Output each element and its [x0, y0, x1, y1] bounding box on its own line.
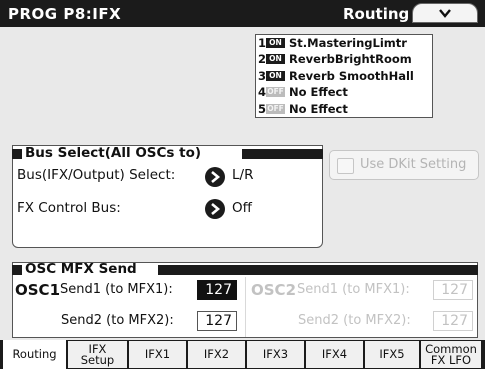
checkbox-box — [337, 158, 354, 174]
ifx-off-badge: OFF — [266, 87, 285, 98]
page-tabs: Routing IFX Setup IFX1 IFX2 IFX3 IFX4 IF… — [0, 340, 485, 369]
ifx-slot-2[interactable]: 2 ON ReverbBrightRoom — [256, 51, 432, 67]
osc1-send2-label: Send2 (to MFX2): — [61, 313, 174, 328]
screen: PROG P8:IFX Routing 1 ON St.MasteringLim… — [0, 0, 485, 369]
osc2-send1-label: Send1 (to MFX1): — [297, 282, 410, 297]
tab-ifx-setup[interactable]: IFX Setup — [68, 341, 128, 368]
osc2-title: OSC2 — [251, 281, 296, 299]
tab-ifx5[interactable]: IFX5 — [365, 341, 420, 368]
fx-control-bus-label: FX Control Bus: — [17, 200, 121, 216]
ifx-on-badge: ON — [266, 54, 285, 65]
ifx-slot-5[interactable]: 5 OFF No Effect — [256, 101, 432, 117]
osc2-send1-value[interactable]: 127 — [433, 280, 473, 300]
tab-ifx2[interactable]: IFX2 — [188, 341, 246, 368]
page-menu-button[interactable] — [412, 3, 478, 23]
osc1-title: OSC1 — [15, 281, 60, 299]
osc1-send1-label: Send1 (to MFX1): — [60, 282, 173, 297]
bus-select-heading: Bus Select(All OSCs to) — [12, 145, 323, 161]
bus-select-value[interactable]: L/R — [232, 167, 253, 183]
page-title: PROG P8:IFX — [8, 5, 122, 23]
chevron-right-icon — [211, 203, 221, 215]
tab-ifx4[interactable]: IFX4 — [306, 341, 364, 368]
tab-ifx1[interactable]: IFX1 — [129, 341, 187, 368]
chevron-right-icon — [211, 171, 221, 183]
osc-mfx-send-heading: OSC MFX Send — [12, 261, 478, 277]
ifx-slot-1[interactable]: 1 ON St.MasteringLimtr — [256, 35, 432, 51]
ifx-on-badge: ON — [266, 38, 285, 48]
osc2-send2-value[interactable]: 127 — [433, 311, 473, 331]
tab-ifx3[interactable]: IFX3 — [247, 341, 305, 368]
title-bar: PROG P8:IFX Routing — [0, 0, 485, 27]
chevron-down-icon — [439, 9, 451, 18]
page-subtitle: Routing — [343, 5, 410, 23]
divider — [245, 277, 246, 337]
osc2-send2-label: Send2 (to MFX2): — [298, 313, 411, 328]
ifx-slot-3[interactable]: 3 ON Reverb SmoothHall — [256, 68, 432, 84]
tab-common-fx-lfo[interactable]: Common FX LFO — [421, 341, 482, 368]
fx-control-bus-value[interactable]: Off — [232, 200, 252, 216]
ifx-on-badge: ON — [266, 70, 285, 81]
osc1-send2-value[interactable]: 127 — [197, 311, 237, 331]
ifx-off-badge: OFF — [266, 103, 285, 114]
fx-control-bus-popup-button[interactable] — [205, 199, 225, 219]
bus-select-popup-button[interactable] — [205, 167, 225, 187]
ifx-slot-list: 1 ON St.MasteringLimtr 2 ON ReverbBright… — [255, 34, 433, 118]
tab-routing[interactable]: Routing — [3, 340, 67, 369]
ifx-slot-4[interactable]: 4 OFF No Effect — [256, 84, 432, 100]
osc1-send1-value[interactable]: 127 — [197, 280, 237, 300]
bus-select-label: Bus(IFX/Output) Select: — [17, 167, 176, 183]
use-dkit-setting-checkbox[interactable]: Use DKit Setting — [329, 150, 479, 180]
